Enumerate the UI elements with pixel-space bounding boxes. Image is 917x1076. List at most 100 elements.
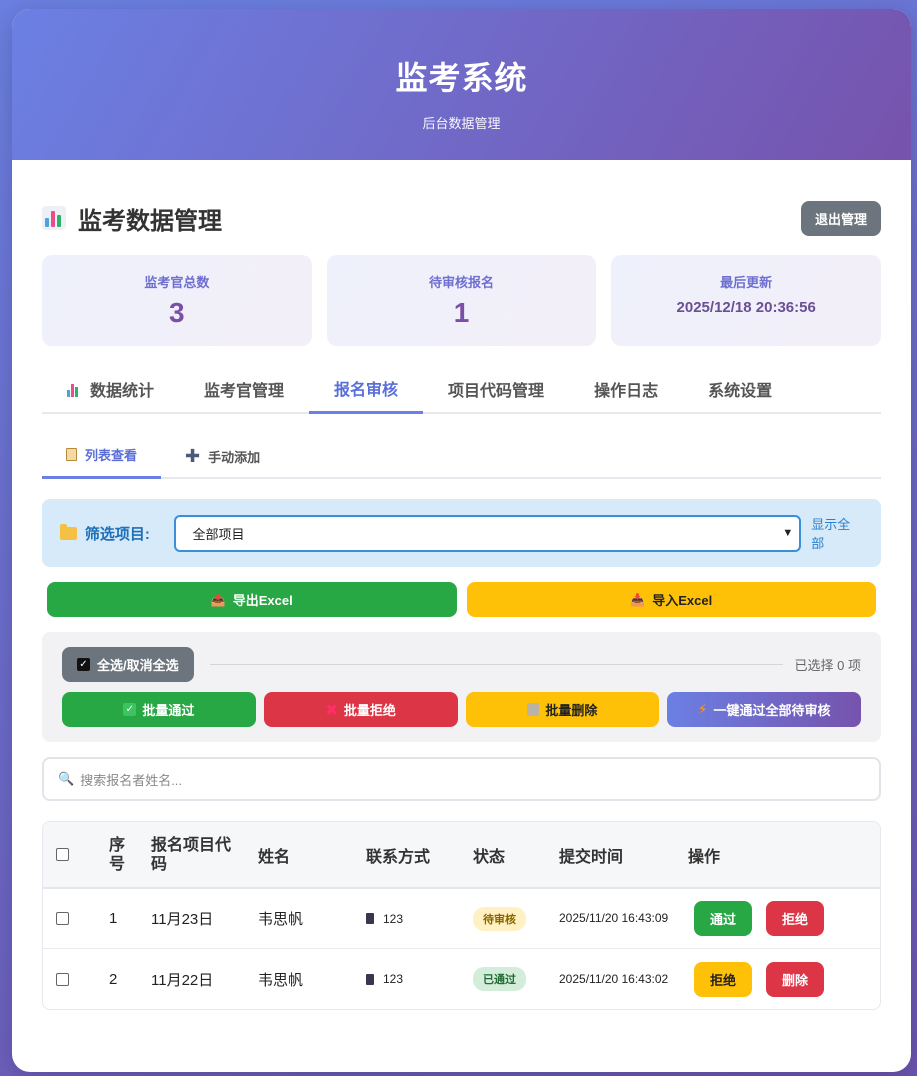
- stat-label: 最后更新: [720, 275, 773, 290]
- search-input[interactable]: 🔍 搜索报名者姓名...: [42, 757, 881, 801]
- batch-delete-label: 批量删除: [545, 703, 598, 718]
- row-checkbox[interactable]: [56, 972, 69, 986]
- row-name: 韦思帆: [258, 971, 304, 989]
- column-header-name: 姓名: [258, 848, 291, 866]
- subtab-manual-add[interactable]: ✚ 手动添加: [161, 433, 284, 479]
- batch-approve-label: 批量通过: [142, 703, 195, 718]
- tab-label: 数据统计: [90, 383, 155, 400]
- column-header-contact: 联系方式: [366, 848, 431, 866]
- stat-label: 待审核报名: [429, 275, 495, 290]
- batch-reject-label: 批量拒绝: [343, 703, 396, 718]
- import-export-row: 📤 导出Excel 📥 导入Excel: [42, 582, 881, 617]
- tab-system-settings[interactable]: 系统设置: [683, 364, 797, 414]
- column-header-project-code: 报名项目代码: [151, 836, 232, 873]
- registrations-table: 序号 报名项目代码 姓名 联系方式 状态 提交时间 操作 1 11月23日 韦思…: [42, 821, 881, 1010]
- app-subtitle: 后台数据管理: [422, 116, 501, 131]
- phone-icon: [366, 913, 374, 924]
- stat-value: 1: [453, 297, 470, 328]
- project-filter-bar: 筛选项目: 全部项目 ▼ 显示全部: [42, 499, 881, 567]
- tab-label: 监考官管理: [204, 383, 285, 400]
- export-excel-button[interactable]: 📤 导出Excel: [47, 582, 457, 617]
- select-all-label: 全选/取消全选: [97, 658, 179, 673]
- subtab-label: 手动添加: [208, 449, 261, 465]
- row-index: 1: [109, 910, 118, 927]
- table-header-row: 序号 报名项目代码 姓名 联系方式 状态 提交时间 操作: [43, 822, 880, 889]
- stat-card-total-invigilators: 监考官总数 3: [42, 255, 312, 346]
- search-icon: 🔍: [58, 771, 75, 786]
- approve-all-pending-label: 一键通过全部待审核: [713, 703, 831, 718]
- status-badge: 已通过: [473, 967, 526, 991]
- stats-row: 监考官总数 3 待审核报名 1 最后更新 2025/12/18 20:36:56: [42, 255, 882, 346]
- lightning-icon: ⚡: [697, 701, 708, 717]
- inbox-icon: 📥: [630, 592, 646, 607]
- divider: [209, 664, 783, 665]
- stat-card-last-updated: 最后更新 2025/12/18 20:36:56: [611, 255, 882, 346]
- bar-chart-icon: [67, 382, 82, 397]
- row-name: 韦思帆: [258, 911, 304, 928]
- row-index: 2: [109, 970, 118, 988]
- checkbox-checked-icon: ✓: [77, 658, 90, 671]
- batch-reject-button[interactable]: ✖ 批量拒绝: [263, 692, 458, 727]
- project-select[interactable]: 全部项目 ▼: [174, 514, 802, 552]
- row-submit-time: 2025/11/20 16:43:02: [559, 971, 669, 986]
- status-badge: 待审核: [473, 906, 526, 931]
- main-tabs: 数据统计 监考官管理 报名审核 项目代码管理 操作日志 系统设置: [42, 364, 881, 414]
- sub-tabs: 列表查看 ✚ 手动添加: [42, 433, 881, 479]
- batch-delete-button[interactable]: 批量删除: [465, 692, 660, 727]
- check-mark-icon: ✓: [123, 703, 137, 716]
- table-row: 2 11月22日 韦思帆 123 已通过 2025/11/20 16:43:02…: [43, 949, 880, 1009]
- project-select-value: 全部项目: [192, 526, 245, 542]
- stat-value: 2025/12/18 20:36:56: [676, 299, 816, 316]
- select-all-button[interactable]: ✓ 全选/取消全选: [62, 647, 194, 682]
- folder-icon: [60, 523, 77, 540]
- batch-approve-button[interactable]: ✓ 批量通过: [62, 692, 256, 727]
- select-all-checkbox[interactable]: [56, 848, 69, 861]
- logout-button[interactable]: 退出管理: [800, 200, 881, 236]
- filter-label: 筛选项目:: [84, 525, 150, 543]
- import-excel-label: 导入Excel: [652, 593, 713, 608]
- page-title: 监考数据管理: [42, 201, 222, 236]
- phone-icon: [366, 973, 374, 985]
- row-project-code: 11月22日: [151, 971, 214, 989]
- row-contact: 123: [366, 972, 473, 986]
- subtab-list-view[interactable]: 列表查看: [42, 433, 162, 479]
- column-header-submit-time: 提交时间: [559, 848, 624, 866]
- column-header-index: 序号: [109, 836, 126, 873]
- tab-label: 系统设置: [708, 383, 773, 400]
- clipboard-icon: [66, 448, 77, 461]
- batch-actions-panel: ✓ 全选/取消全选 已选择 0 项 ✓ 批量通过 ✖ 批量拒绝 批量删除 ⚡ 一…: [42, 632, 881, 742]
- delete-button[interactable]: 删除: [766, 961, 824, 997]
- import-excel-button[interactable]: 📥 导入Excel: [466, 582, 876, 617]
- approve-all-pending-button[interactable]: ⚡ 一键通过全部待审核: [667, 692, 861, 727]
- column-header-status: 状态: [473, 848, 506, 866]
- reject-button[interactable]: 拒绝: [694, 961, 752, 997]
- bar-chart-icon: [42, 206, 66, 230]
- header-banner: 监考系统 后台数据管理: [12, 9, 911, 160]
- subtab-label: 列表查看: [85, 448, 138, 463]
- tab-operation-log[interactable]: 操作日志: [569, 364, 683, 414]
- tab-registration-review[interactable]: 报名审核: [309, 364, 424, 414]
- stat-label: 监考官总数: [144, 275, 210, 290]
- app-title: 监考系统: [395, 60, 528, 96]
- show-all-link[interactable]: 显示全部: [811, 514, 863, 552]
- approve-button[interactable]: 通过: [694, 901, 752, 936]
- main-card: 监考系统 后台数据管理 监考数据管理 退出管理 监考官总数 3 待审核报名 1 …: [12, 9, 911, 1072]
- tab-label: 报名审核: [334, 381, 399, 399]
- row-submit-time: 2025/11/20 16:43:09: [559, 911, 669, 925]
- cross-mark-icon: ✖: [325, 701, 338, 719]
- column-header-actions: 操作: [688, 848, 721, 866]
- tab-statistics[interactable]: 数据统计: [42, 364, 179, 414]
- row-contact-value: 123: [383, 972, 404, 986]
- tab-invigilators[interactable]: 监考官管理: [179, 364, 309, 414]
- tab-label: 操作日志: [594, 383, 659, 400]
- reject-button[interactable]: 拒绝: [766, 901, 824, 936]
- tab-label: 项目代码管理: [448, 383, 545, 400]
- tab-project-codes[interactable]: 项目代码管理: [423, 364, 569, 414]
- plus-icon: ✚: [185, 445, 201, 466]
- row-checkbox[interactable]: [56, 912, 69, 925]
- table-row: 1 11月23日 韦思帆 123 待审核 2025/11/20 16:43:09…: [43, 889, 880, 949]
- outbox-icon: 📤: [210, 592, 226, 607]
- row-project-code: 11月23日: [151, 911, 214, 928]
- stat-value: 3: [169, 297, 185, 328]
- export-excel-label: 导出Excel: [232, 593, 293, 608]
